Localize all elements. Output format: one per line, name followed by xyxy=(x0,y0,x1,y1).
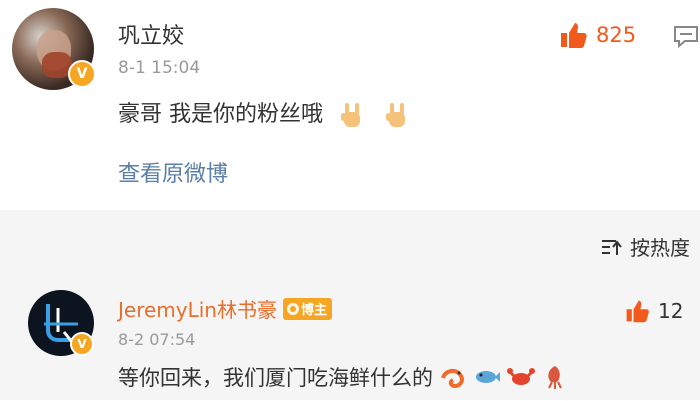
blogger-icon xyxy=(286,302,299,315)
thumbs-up-icon xyxy=(626,300,649,323)
like-count: 825 xyxy=(596,23,637,47)
blogger-badge: 博主 xyxy=(282,297,332,320)
user-name[interactable]: 巩立姣 xyxy=(118,18,184,50)
reply-like-button[interactable]: 12 xyxy=(624,298,683,324)
reply-timestamp: 8-2 07:54 xyxy=(118,330,196,349)
verified-badge: V xyxy=(70,332,94,356)
blogger-badge-label: 博主 xyxy=(300,303,327,318)
sort-icon xyxy=(602,239,622,255)
comment-text-content: 豪哥 我是你的粉丝哦 xyxy=(118,102,323,127)
timestamp: 8-1 15:04 xyxy=(118,58,201,78)
thumbs-up-icon xyxy=(561,23,587,48)
view-original-link[interactable]: 查看原微博 xyxy=(118,156,228,188)
fish-emoji xyxy=(476,371,500,383)
like-button[interactable]: 825 xyxy=(558,20,636,50)
rock-hand-emoji xyxy=(386,103,405,127)
crab-emoji xyxy=(507,368,535,385)
squid-emoji xyxy=(548,366,562,389)
sort-button[interactable]: 按热度 xyxy=(600,232,690,261)
reply-text-content: 等你回来，我们厦门吃海鲜什么的 xyxy=(118,366,433,390)
reply-user-name-text: JeremyLin林书豪 xyxy=(118,298,277,322)
comment-text: 豪哥 我是你的粉丝哦 xyxy=(118,96,413,130)
rock-hand-emoji xyxy=(341,103,360,127)
verified-badge: V xyxy=(68,60,96,88)
sort-label: 按热度 xyxy=(630,236,690,260)
comment-icon[interactable] xyxy=(672,24,700,48)
reply-text: 等你回来，我们厦门吃海鲜什么的 xyxy=(118,362,569,392)
reply-user-name[interactable]: JeremyLin林书豪 博主 xyxy=(118,294,332,323)
shrimp-emoji xyxy=(441,369,464,389)
reply-like-count: 12 xyxy=(658,299,684,323)
